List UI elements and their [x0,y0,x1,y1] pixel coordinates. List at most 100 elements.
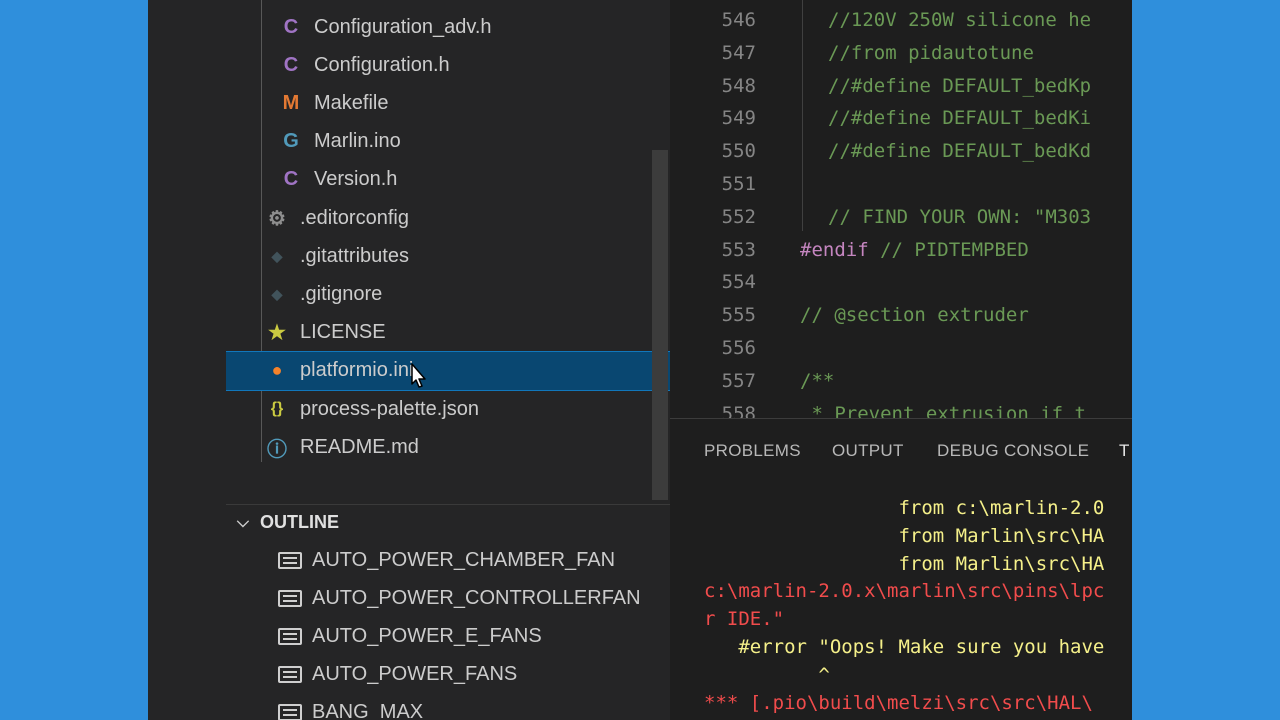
bottom-panel: PROBLEMS OUTPUT DEBUG CONSOLE T from c:\… [670,418,1132,720]
outline-section-header[interactable]: ⌵ OUTLINE [226,504,670,540]
file-tree-item[interactable]: ● platformio.ini [226,350,670,391]
explorer-scrollbar[interactable] [652,150,668,500]
constant-symbol-icon [278,589,302,607]
tab-output[interactable]: OUTPUT [832,441,904,461]
code-line: 548 //#define DEFAULT_bedKp [670,69,1132,102]
code-text: //#define DEFAULT_bedKd [828,140,1091,162]
file-type-icon: {} [270,400,284,417]
line-number: 550 [721,140,756,163]
file-tree-item[interactable]: C Configuration.h [226,46,670,84]
file-name: LICENSE [300,321,386,344]
code-text: /** [800,370,834,392]
outline-item[interactable]: AUTO_POWER_E_FANS [226,617,670,655]
code-line: 554 [670,265,1132,298]
line-number: 547 [721,41,756,64]
code-token: //120V 250W silicone he [828,9,1092,31]
line-number: 553 [721,238,756,261]
code-line: 551 [670,167,1132,200]
code-token: //#define DEFAULT_bedKi [828,107,1092,130]
code-line: 553 #endif // PIDTEMPBED [670,233,1132,266]
code-editor[interactable]: 546 //120V 250W silicone he 547 //from pida… [670,0,1132,418]
code-text: //120V 250W silicone he [828,9,1091,31]
code-token: //#define DEFAULT_bedKd [828,140,1092,163]
file-name: README.md [300,435,419,458]
file-name: .editorconfig [300,206,409,229]
line-number: 551 [721,173,756,195]
file-type-icon: ⚙ [268,207,286,230]
file-tree-item[interactable]: ◆ .gitattributes [226,237,670,275]
tab-debug-console[interactable]: DEBUG CONSOLE [937,441,1089,461]
code-line: 557 /** [670,364,1132,397]
file-type-icon: M [282,91,300,114]
file-tree-item[interactable]: ◆ .gitignore [226,275,670,313]
code-line: 552 // FIND YOUR OWN: "M303 [670,200,1132,233]
terminal-line: from c:\marlin-2.0 [704,497,1105,519]
terminal-line: c:\marlin-2.0.x\marlin\src\pins\lpc [704,580,1105,603]
terminal-line: #error "Oops! Make sure you have [704,636,1105,658]
outline-item-label: BANG_MAX [312,701,424,720]
line-number: 548 [721,74,756,97]
code-line: 549 //#define DEFAULT_bedKi [670,101,1132,134]
vscode-window: C Configuration_adv.h C Configuration.h M Mak… [148,0,1132,720]
file-name: Version.h [314,168,398,191]
outline-item[interactable]: AUTO_POWER_FANS [226,656,670,694]
outline-item[interactable]: AUTO_POWER_CHAMBER_FAN [226,541,670,579]
outline-item-label: AUTO_POWER_E_FANS [312,624,542,647]
file-tree-item[interactable]: C Configuration_adv.h [226,8,670,46]
file-tree-item[interactable]: C Version.h [226,161,670,199]
outline-item[interactable]: AUTO_POWER_CONTROLLERFAN [226,579,670,617]
tab-terminal[interactable]: T [1119,441,1130,461]
file-name: Makefile [314,91,389,114]
file-name: .gitignore [300,282,383,305]
file-tree-item[interactable]: ★ LICENSE [226,314,670,352]
code-token: //from pidautotune [828,41,1034,64]
code-token: //#define DEFAULT_bedKp [828,74,1092,97]
outline-title: OUTLINE [260,512,339,532]
code-comment: // PIDTEMPBED [868,238,1029,261]
code-token: /** [800,369,835,392]
code-text: // @section extruder [800,304,1029,326]
terminal-line: r IDE." [704,608,785,631]
file-type-icon: C [283,53,299,76]
terminal-line: from Marlin\src\HA [704,552,1105,575]
constant-symbol-icon [278,666,302,684]
code-token: #endif [800,238,869,261]
code-text: * Prevent extrusion if t [800,403,1086,418]
line-number: 557 [721,369,756,392]
file-tree-item[interactable]: {} process-palette.json [226,390,670,428]
file-tree-item[interactable]: M Makefile [226,84,670,122]
sidebar-gutter [148,0,226,720]
code-token: // FIND YOUR OWN: "M303 [828,205,1092,228]
line-number: 554 [721,271,756,294]
file-tree-item[interactable]: ⓘ README.md [226,428,670,466]
code-line: 555 // @section extruder [670,298,1132,331]
explorer-panel: C Configuration_adv.h C Configuration.h M Mak… [226,0,670,720]
code-token: * Prevent extrusion if t [800,402,1086,418]
code-line: 558 * Prevent extrusion if t [670,397,1132,418]
file-type-icon: G [283,130,299,153]
file-type-icon: ★ [268,322,286,345]
line-number: 556 [721,337,756,359]
outline-item[interactable]: BANG_MAX [226,694,670,720]
code-line: 550 //#define DEFAULT_bedKd [670,134,1132,167]
file-tree-item[interactable]: G Marlin.ino [226,123,670,161]
file-name: Marlin.ino [314,130,401,153]
code-token: // @section extruder [800,304,1029,327]
code-text: //#define DEFAULT_bedKp [828,75,1091,97]
terminal-line: from Marlin\src\HA [704,524,1105,547]
code-text: //from pidautotune [828,42,1034,64]
file-type-icon: C [283,168,299,191]
outline-item-label: AUTO_POWER_CONTROLLERFAN [312,586,641,609]
code-text: //#define DEFAULT_bedKi [828,107,1091,129]
line-number: 552 [721,205,756,228]
line-number: 555 [721,304,756,327]
code-text: // FIND YOUR OWN: "M303 [828,206,1091,228]
terminal-line: *** [.pio\build\melzi\src\src\HAL\ [704,691,1093,714]
code-line: 546 //120V 250W silicone he [670,3,1132,36]
code-line: 547 //from pidautotune [670,36,1132,69]
line-number: 558 [721,402,756,418]
file-name: Configuration_adv.h [314,15,492,38]
tab-problems[interactable]: PROBLEMS [704,441,801,461]
code-text: #endif // PIDTEMPBED [800,239,1029,261]
file-tree-item[interactable]: ⚙ .editorconfig [226,199,670,237]
